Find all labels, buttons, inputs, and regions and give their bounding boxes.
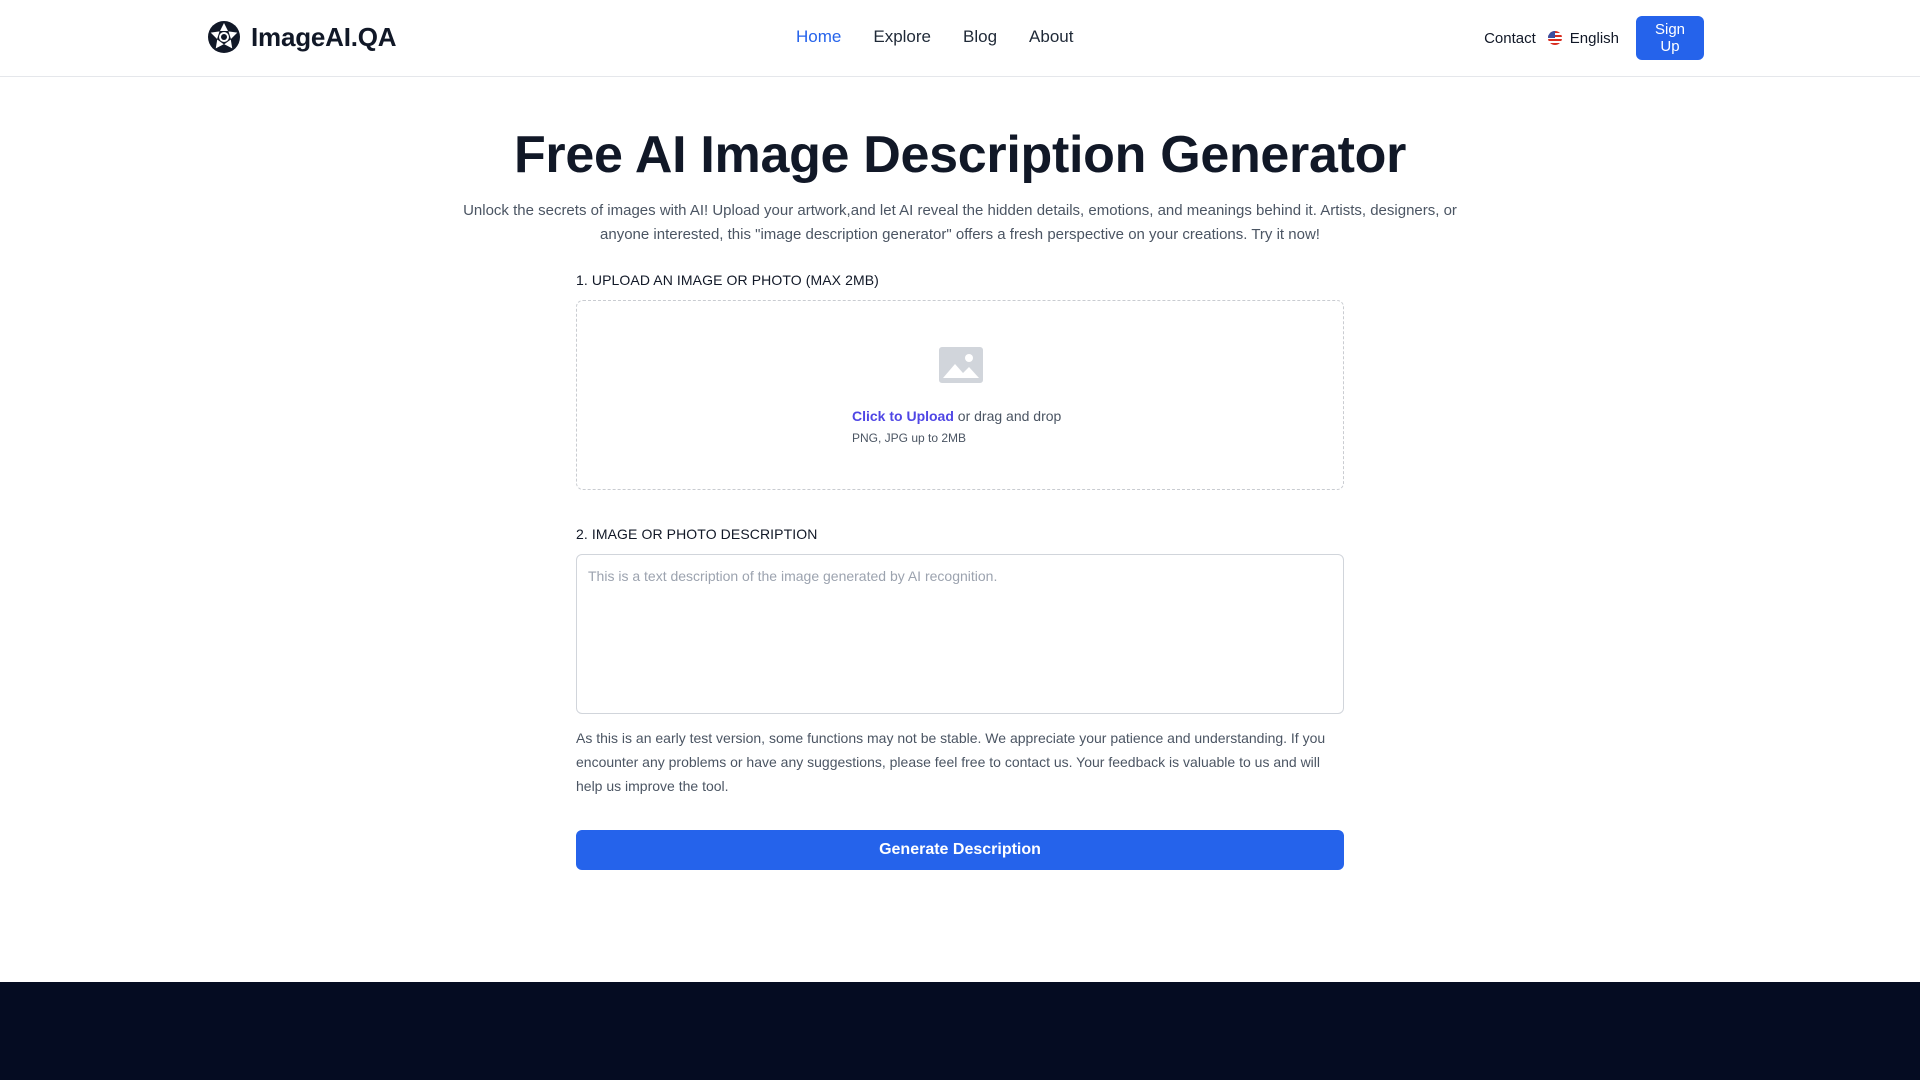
sign-up-button[interactable]: Sign Up (1636, 16, 1704, 60)
site-footer (0, 982, 1920, 1080)
site-header: ImageAI.QA Home Explore Blog About Conta… (0, 0, 1920, 77)
upload-instruction: Click to Upload or drag and drop (852, 408, 1061, 424)
language-label: English (1569, 29, 1619, 47)
drag-drop-text: or drag and drop (953, 408, 1062, 424)
contact-link[interactable]: Contact (1484, 30, 1536, 47)
click-to-upload-link[interactable]: Click to Upload (852, 408, 954, 424)
logo-link[interactable]: ImageAI.QA (207, 20, 397, 54)
aperture-icon (208, 21, 240, 53)
upload-hint: PNG, JPG up to 2MB (852, 431, 967, 445)
generate-description-button[interactable]: Generate Description (576, 830, 1344, 870)
header-actions: Contact English Sign Up (1484, 16, 1704, 60)
upload-section-label: 1. UPLOAD AN IMAGE OR PHOTO (MAX 2MB) (576, 272, 879, 288)
language-selector[interactable]: English (1547, 29, 1619, 47)
nav-item-explore[interactable]: Explore (873, 27, 931, 47)
us-flag-icon (1547, 31, 1562, 45)
nav-item-home[interactable]: Home (796, 27, 841, 47)
page-title: Free AI Image Description Generator (513, 126, 1407, 184)
image-icon (939, 347, 983, 383)
nav-item-blog[interactable]: Blog (963, 27, 997, 47)
beta-notice: As this is an early test version, some f… (576, 730, 1326, 794)
main-nav: Home Explore Blog About (796, 27, 1073, 47)
description-textarea[interactable] (576, 554, 1344, 714)
nav-item-about[interactable]: About (1029, 27, 1073, 47)
intro-text: Unlock the secrets of images with AI! Up… (463, 202, 1457, 243)
brand-name: ImageAI.QA (251, 21, 397, 52)
upload-dropzone[interactable]: Click to Upload or drag and drop PNG, JP… (576, 300, 1344, 490)
description-section-label: 2. IMAGE OR PHOTO DESCRIPTION (576, 526, 818, 542)
